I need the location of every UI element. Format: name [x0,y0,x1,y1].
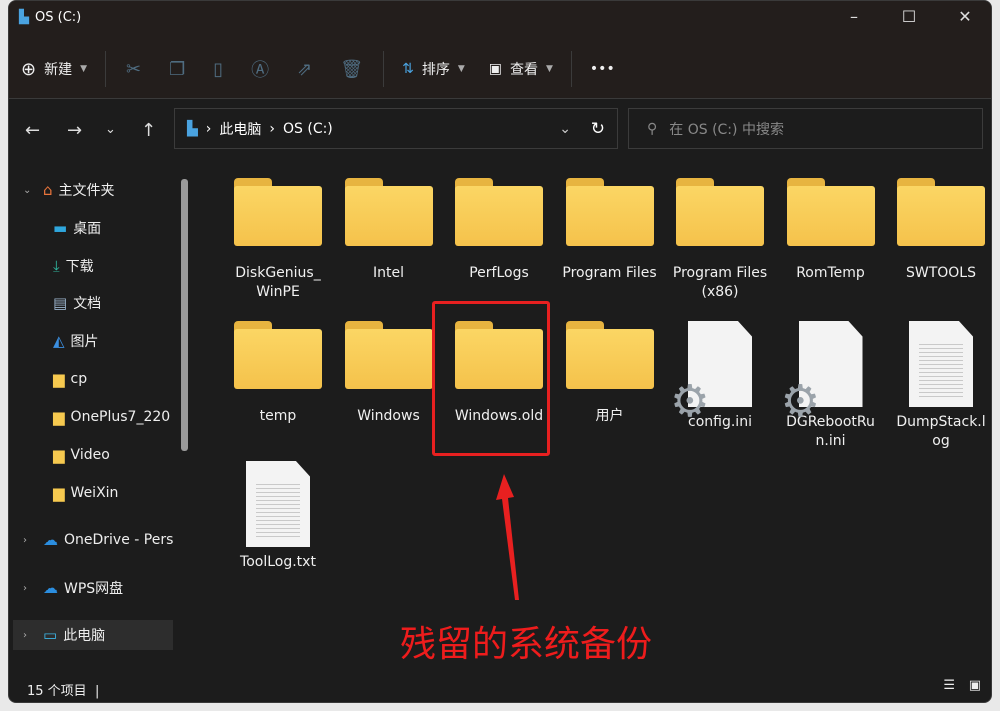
annotation-arrow [496,474,519,600]
annotation-text: 残留的系统备份 [400,624,653,665]
